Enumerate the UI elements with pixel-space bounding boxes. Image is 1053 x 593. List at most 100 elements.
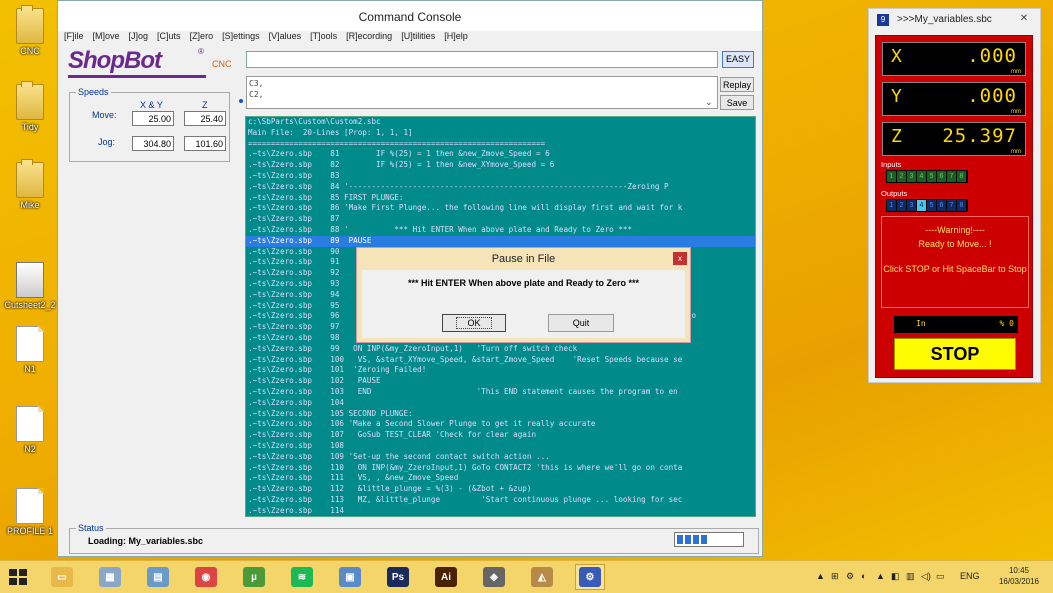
taskbar-app-photos[interactable]: ▦ — [95, 564, 125, 590]
code-line[interactable]: .~ts\Zzero.sbp 104 — [246, 398, 755, 409]
tray-icon[interactable]: ◧ — [891, 571, 900, 582]
output-toggle[interactable]: 3 — [907, 200, 916, 211]
menu-item[interactable]: [C]uts — [157, 31, 181, 41]
windows-start-icon[interactable] — [9, 569, 27, 585]
code-line[interactable]: .~ts\Zzero.sbp 109 'Set-up the second co… — [246, 452, 755, 463]
menu-item[interactable]: [T]ools — [310, 31, 337, 41]
desktop-icon-screenshot[interactable]: Cutsheet2_2 — [0, 262, 60, 310]
code-line[interactable]: .~ts\Zzero.sbp 106 'Make a Second Slower… — [246, 419, 755, 430]
code-line[interactable]: .~ts\Zzero.sbp 82 IF %(25) = 1 then &new… — [246, 160, 755, 171]
jog-xy-field[interactable]: 304.80 — [132, 136, 174, 151]
code-line[interactable]: .~ts\Zzero.sbp 113 MZ, &little_plunge 'S… — [246, 495, 755, 506]
code-line[interactable]: c:\SbParts\Custom\Custom2.sbc — [246, 117, 755, 128]
code-line[interactable]: .~ts\Zzero.sbp 99 ON INP(&my_ZzeroInput,… — [246, 344, 755, 355]
menu-item[interactable]: [M]ove — [93, 31, 120, 41]
desktop-icon-document[interactable]: N1 — [0, 326, 60, 374]
menu-item[interactable]: [F]ile — [64, 31, 84, 41]
stop-button[interactable]: STOP — [894, 338, 1016, 370]
history-item[interactable]: C3, — [249, 78, 715, 89]
close-icon[interactable]: ✕ — [1012, 11, 1036, 27]
tray-icon[interactable]: ⊞ — [831, 571, 839, 582]
code-line[interactable]: .~ts\Zzero.sbp 83 — [246, 171, 755, 182]
replay-button[interactable]: Replay — [720, 77, 754, 92]
code-line[interactable]: .~ts\Zzero.sbp 105 SECOND PLUNGE: — [246, 409, 755, 420]
desktop-icon-folder[interactable]: Mike — [0, 159, 60, 210]
photoshop-icon: Ps — [387, 567, 409, 587]
output-toggle[interactable]: 7 — [947, 200, 956, 211]
current-line[interactable]: .~ts\Zzero.sbp 89 PAUSE — [246, 235, 755, 247]
tray-icon[interactable]: ◁) — [921, 571, 931, 582]
tray-icon[interactable]: ▲ — [876, 571, 885, 581]
code-line[interactable]: .~ts\Zzero.sbp 114 — [246, 506, 755, 516]
tray-icon[interactable]: ▭ — [936, 571, 945, 582]
taskbar-app-shopbot[interactable]: ⚙ — [575, 564, 605, 590]
close-icon[interactable]: x — [673, 252, 687, 265]
output-toggle[interactable]: 8 — [957, 200, 966, 211]
move-z-field[interactable]: 25.40 — [184, 111, 226, 126]
menu-item[interactable]: [R]ecording — [346, 31, 392, 41]
code-line[interactable]: .~ts\Zzero.sbp 87 — [246, 214, 755, 225]
output-toggle[interactable]: 1 — [887, 200, 896, 211]
menu-item[interactable]: [S]ettings — [222, 31, 260, 41]
taskbar-app-utorrent[interactable]: µ — [239, 564, 269, 590]
language-indicator[interactable]: ENG — [960, 571, 980, 581]
tray-icon[interactable]: ◐ — [861, 571, 866, 581]
history-chevron-down-icon[interactable]: ⌄ — [705, 97, 713, 108]
taskbar-app-scanner[interactable]: ▤ — [143, 564, 173, 590]
y-readout: Y .000 mm — [882, 82, 1026, 116]
command-input[interactable] — [246, 51, 718, 68]
tray-icon[interactable]: ⚙ — [846, 571, 854, 582]
desktop-icon-document[interactable]: N2 — [0, 406, 60, 454]
taskbar-app-aspire[interactable]: ◭ — [527, 564, 557, 590]
ok-button[interactable]: OK — [442, 314, 506, 332]
code-line[interactable]: .~ts\Zzero.sbp 108 — [246, 441, 755, 452]
desktop-icon-folder[interactable]: Tidy — [0, 81, 60, 132]
taskbar-app-illustrator[interactable]: Ai — [431, 564, 461, 590]
quit-button[interactable]: Quit — [548, 314, 614, 332]
easy-button[interactable]: EASY — [722, 51, 754, 68]
menu-item[interactable]: [H]elp — [444, 31, 468, 41]
tray-icon[interactable]: ▲ — [816, 571, 825, 581]
cut2d-icon: ◈ — [483, 567, 505, 587]
output-toggle[interactable]: 6 — [937, 200, 946, 211]
clock[interactable]: 10:45 16/03/2016 — [999, 565, 1039, 587]
desktop-icon-document[interactable]: PROFILE 1 — [0, 488, 60, 536]
code-line[interactable]: .~ts\Zzero.sbp 86 'Make First Plunge... … — [246, 203, 755, 214]
taskbar-app-picture-viewer[interactable]: ▣ — [335, 564, 365, 590]
taskbar-app-photoshop[interactable]: Ps — [383, 564, 413, 590]
units-left: In — [916, 319, 926, 328]
code-line[interactable]: .~ts\Zzero.sbp 88 ' *** Hit ENTER When a… — [246, 225, 755, 236]
output-toggle[interactable]: 2 — [897, 200, 906, 211]
tray-icon[interactable]: ▥ — [906, 571, 915, 582]
taskbar-app-file-explorer[interactable]: ▭ — [47, 564, 77, 590]
menu-item[interactable]: [J]og — [129, 31, 149, 41]
code-line[interactable]: .~ts\Zzero.sbp 110 ON INP(&my_ZzeroInput… — [246, 463, 755, 474]
command-history[interactable]: C3, C2, — [246, 76, 718, 109]
output-toggle[interactable]: 5 — [927, 200, 936, 211]
code-line[interactable]: .~ts\Zzero.sbp 101 'Zeroing Failed! — [246, 365, 755, 376]
code-line[interactable]: .~ts\Zzero.sbp 102 PAUSE — [246, 376, 755, 387]
move-xy-field[interactable]: 25.00 — [132, 111, 174, 126]
menu-item[interactable]: [V]alues — [269, 31, 302, 41]
code-line[interactable]: .~ts\Zzero.sbp 112 &little_plunge = %(3)… — [246, 484, 755, 495]
inputs-row: 12345678 — [886, 170, 968, 183]
output-toggle[interactable]: 4 — [917, 200, 926, 211]
save-button[interactable]: Save — [720, 95, 754, 110]
desktop-icon-folder[interactable]: CNC — [0, 5, 60, 56]
history-item[interactable]: C2, — [249, 89, 715, 100]
taskbar-app-spotify[interactable]: ≋ — [287, 564, 317, 590]
code-line[interactable]: .~ts\Zzero.sbp 81 IF %(25) = 1 then &new… — [246, 149, 755, 160]
taskbar-app-chrome[interactable]: ◉ — [191, 564, 221, 590]
code-line[interactable]: .~ts\Zzero.sbp 100 VS, &start_XYmove_Spe… — [246, 355, 755, 366]
code-line[interactable]: ========================================… — [246, 139, 755, 150]
jog-z-field[interactable]: 101.60 — [184, 136, 226, 151]
code-line[interactable]: .~ts\Zzero.sbp 107 GoSub TEST_CLEAR 'Che… — [246, 430, 755, 441]
code-line[interactable]: .~ts\Zzero.sbp 111 VS, , &new_Zmove_Spee… — [246, 473, 755, 484]
menu-item[interactable]: [Z]ero — [190, 31, 214, 41]
code-line[interactable]: .~ts\Zzero.sbp 103 END 'This END stateme… — [246, 387, 755, 398]
taskbar-app-cut2d[interactable]: ◈ — [479, 564, 509, 590]
code-line[interactable]: .~ts\Zzero.sbp 85 FIRST PLUNGE: — [246, 193, 755, 204]
code-line[interactable]: .~ts\Zzero.sbp 84 '---------------------… — [246, 182, 755, 193]
code-line[interactable]: Main File: 20-Lines [Prop: 1, 1, 1] — [246, 128, 755, 139]
menu-item[interactable]: [U]tilities — [401, 31, 435, 41]
